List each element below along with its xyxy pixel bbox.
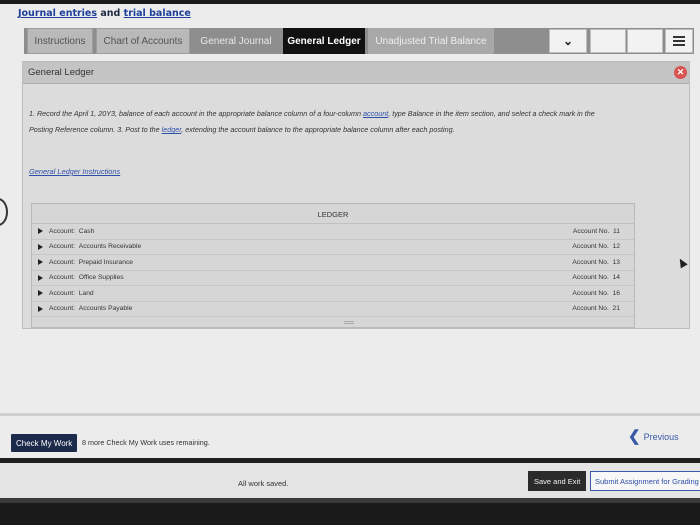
- bottom-strip: [0, 498, 700, 525]
- submit-assignment-button[interactable]: Submit Assignment for Grading: [590, 471, 700, 491]
- account-no-value: 21: [612, 305, 620, 313]
- account-no-label: Account No.: [572, 289, 609, 297]
- ledger-account-row-office-supplies[interactable]: Account: Office Supplies Account No. 14: [32, 271, 634, 286]
- expand-triangle-icon[interactable]: [38, 259, 43, 266]
- account-label: Account:: [49, 258, 76, 266]
- nav-box-blank-2[interactable]: [627, 29, 663, 53]
- ledger-account-row-accounts-payable[interactable]: Account: Accounts Payable Account No. 21: [32, 302, 634, 317]
- account-no-label: Account No.: [572, 258, 609, 266]
- panel-header: General Ledger: [23, 62, 689, 84]
- tab-general-ledger[interactable]: General Ledger: [283, 28, 365, 54]
- expand-triangle-icon[interactable]: [38, 243, 43, 250]
- account-no-label: Account No.: [572, 243, 609, 251]
- expand-triangle-icon[interactable]: [38, 290, 43, 297]
- account-link[interactable]: account: [363, 109, 388, 118]
- tab-instructions[interactable]: Instructions: [27, 28, 93, 54]
- edge-arc-decoration: [0, 198, 8, 226]
- account-no-value: 14: [612, 274, 620, 282]
- account-label: Account:: [49, 274, 76, 282]
- tab-bar: Instructions Chart of Accounts General J…: [24, 28, 694, 54]
- account-name: Land: [78, 289, 94, 297]
- ledger-account-row-accounts-receivable[interactable]: Account: Accounts Receivable Account No.…: [32, 240, 634, 255]
- instr-line1-a: 1. Record the April 1, 20Y3, balance of …: [29, 109, 364, 118]
- account-no-value: 12: [612, 243, 620, 251]
- general-ledger-instructions-link[interactable]: General Ledger Instructions: [29, 167, 120, 176]
- tab-unadjusted-trial-balance[interactable]: Unadjusted Trial Balance: [368, 28, 494, 54]
- menu-icon[interactable]: [665, 29, 693, 53]
- save-and-exit-button[interactable]: Save and Exit: [528, 471, 587, 491]
- ledger-title: LEDGER: [32, 204, 634, 224]
- instr-line2-a: Posting Reference column. 3. Post to the: [29, 125, 162, 134]
- hamburger-icon-graphic: [673, 36, 685, 46]
- expand-triangle-icon[interactable]: [38, 305, 43, 312]
- account-number: Account No. 16: [572, 290, 620, 297]
- general-ledger-panel: General Ledger ✕ 1. Record the April 1, …: [22, 61, 690, 329]
- page-title-link-1[interactable]: Journal entries: [18, 8, 97, 19]
- ledger-account-row-prepaid-insurance[interactable]: Account: Prepaid Insurance Account No. 1…: [32, 255, 634, 271]
- top-strip: [0, 0, 700, 4]
- expand-triangle-icon[interactable]: [38, 274, 43, 281]
- ledger-link[interactable]: ledger: [162, 125, 182, 134]
- nav-box-blank-1[interactable]: [590, 29, 626, 53]
- account-label: Account:: [49, 243, 76, 251]
- account-number: Account No. 21: [572, 305, 620, 312]
- ledger-account-row-land[interactable]: Account: Land Account No. 16: [32, 286, 634, 302]
- account-number: Account No. 11: [573, 228, 620, 235]
- account-number: Account No. 13: [572, 259, 620, 266]
- account-no-label: Account No.: [572, 305, 609, 313]
- instructions-text: 1. Record the April 1, 20Y3, balance of …: [29, 106, 679, 138]
- save-status: All work saved.: [238, 479, 289, 488]
- check-my-work-remaining: 8 more Check My Work uses remaining.: [82, 438, 210, 447]
- account-name: Cash: [78, 227, 95, 235]
- previous-button[interactable]: ❮ Previous: [628, 429, 679, 444]
- expand-triangle-icon[interactable]: [38, 228, 43, 235]
- chevron-left-icon: ❮: [628, 428, 641, 445]
- bottom-strip-edge: [0, 498, 700, 503]
- footer-bar: All work saved. Save and Exit Submit Ass…: [0, 458, 700, 498]
- section-divider: [0, 413, 700, 416]
- account-no-value: 13: [612, 258, 620, 266]
- resize-grip-icon[interactable]: [344, 321, 354, 324]
- tab-chart-of-accounts[interactable]: Chart of Accounts: [96, 28, 190, 54]
- page-title-link-2[interactable]: trial balance: [124, 8, 191, 19]
- chevron-down-icon[interactable]: ⌄: [549, 29, 587, 53]
- account-label: Account:: [49, 289, 76, 297]
- page-title-and: and: [100, 8, 121, 19]
- tab-general-journal[interactable]: General Journal: [194, 28, 278, 54]
- check-my-work-button[interactable]: Check My Work: [11, 434, 78, 452]
- instr-line1-b: , type Balance in the item section, and …: [388, 109, 595, 118]
- account-name: Prepaid Insurance: [78, 258, 134, 266]
- ledger-table: LEDGER Account: Cash Account No. 11 Acco…: [31, 203, 635, 328]
- account-name: Accounts Receivable: [78, 243, 142, 251]
- account-number: Account No. 14: [572, 274, 620, 281]
- account-no-label: Account No.: [572, 274, 609, 282]
- account-no-value: 11: [613, 227, 620, 235]
- account-label: Account:: [49, 305, 76, 313]
- instr-line2-b: , extending the account balance to the a…: [181, 125, 455, 134]
- page-title: Journal entries and trial balance: [18, 8, 191, 19]
- close-icon[interactable]: ✕: [674, 66, 687, 79]
- account-no-label: Account No.: [572, 227, 610, 235]
- account-label: Account:: [49, 227, 76, 235]
- previous-label: Previous: [643, 431, 679, 442]
- account-name: Accounts Payable: [78, 305, 133, 313]
- account-name: Office Supplies: [78, 274, 124, 282]
- account-no-value: 16: [612, 289, 620, 297]
- ledger-account-row-cash[interactable]: Account: Cash Account No. 11: [32, 224, 634, 240]
- account-number: Account No. 12: [572, 243, 620, 250]
